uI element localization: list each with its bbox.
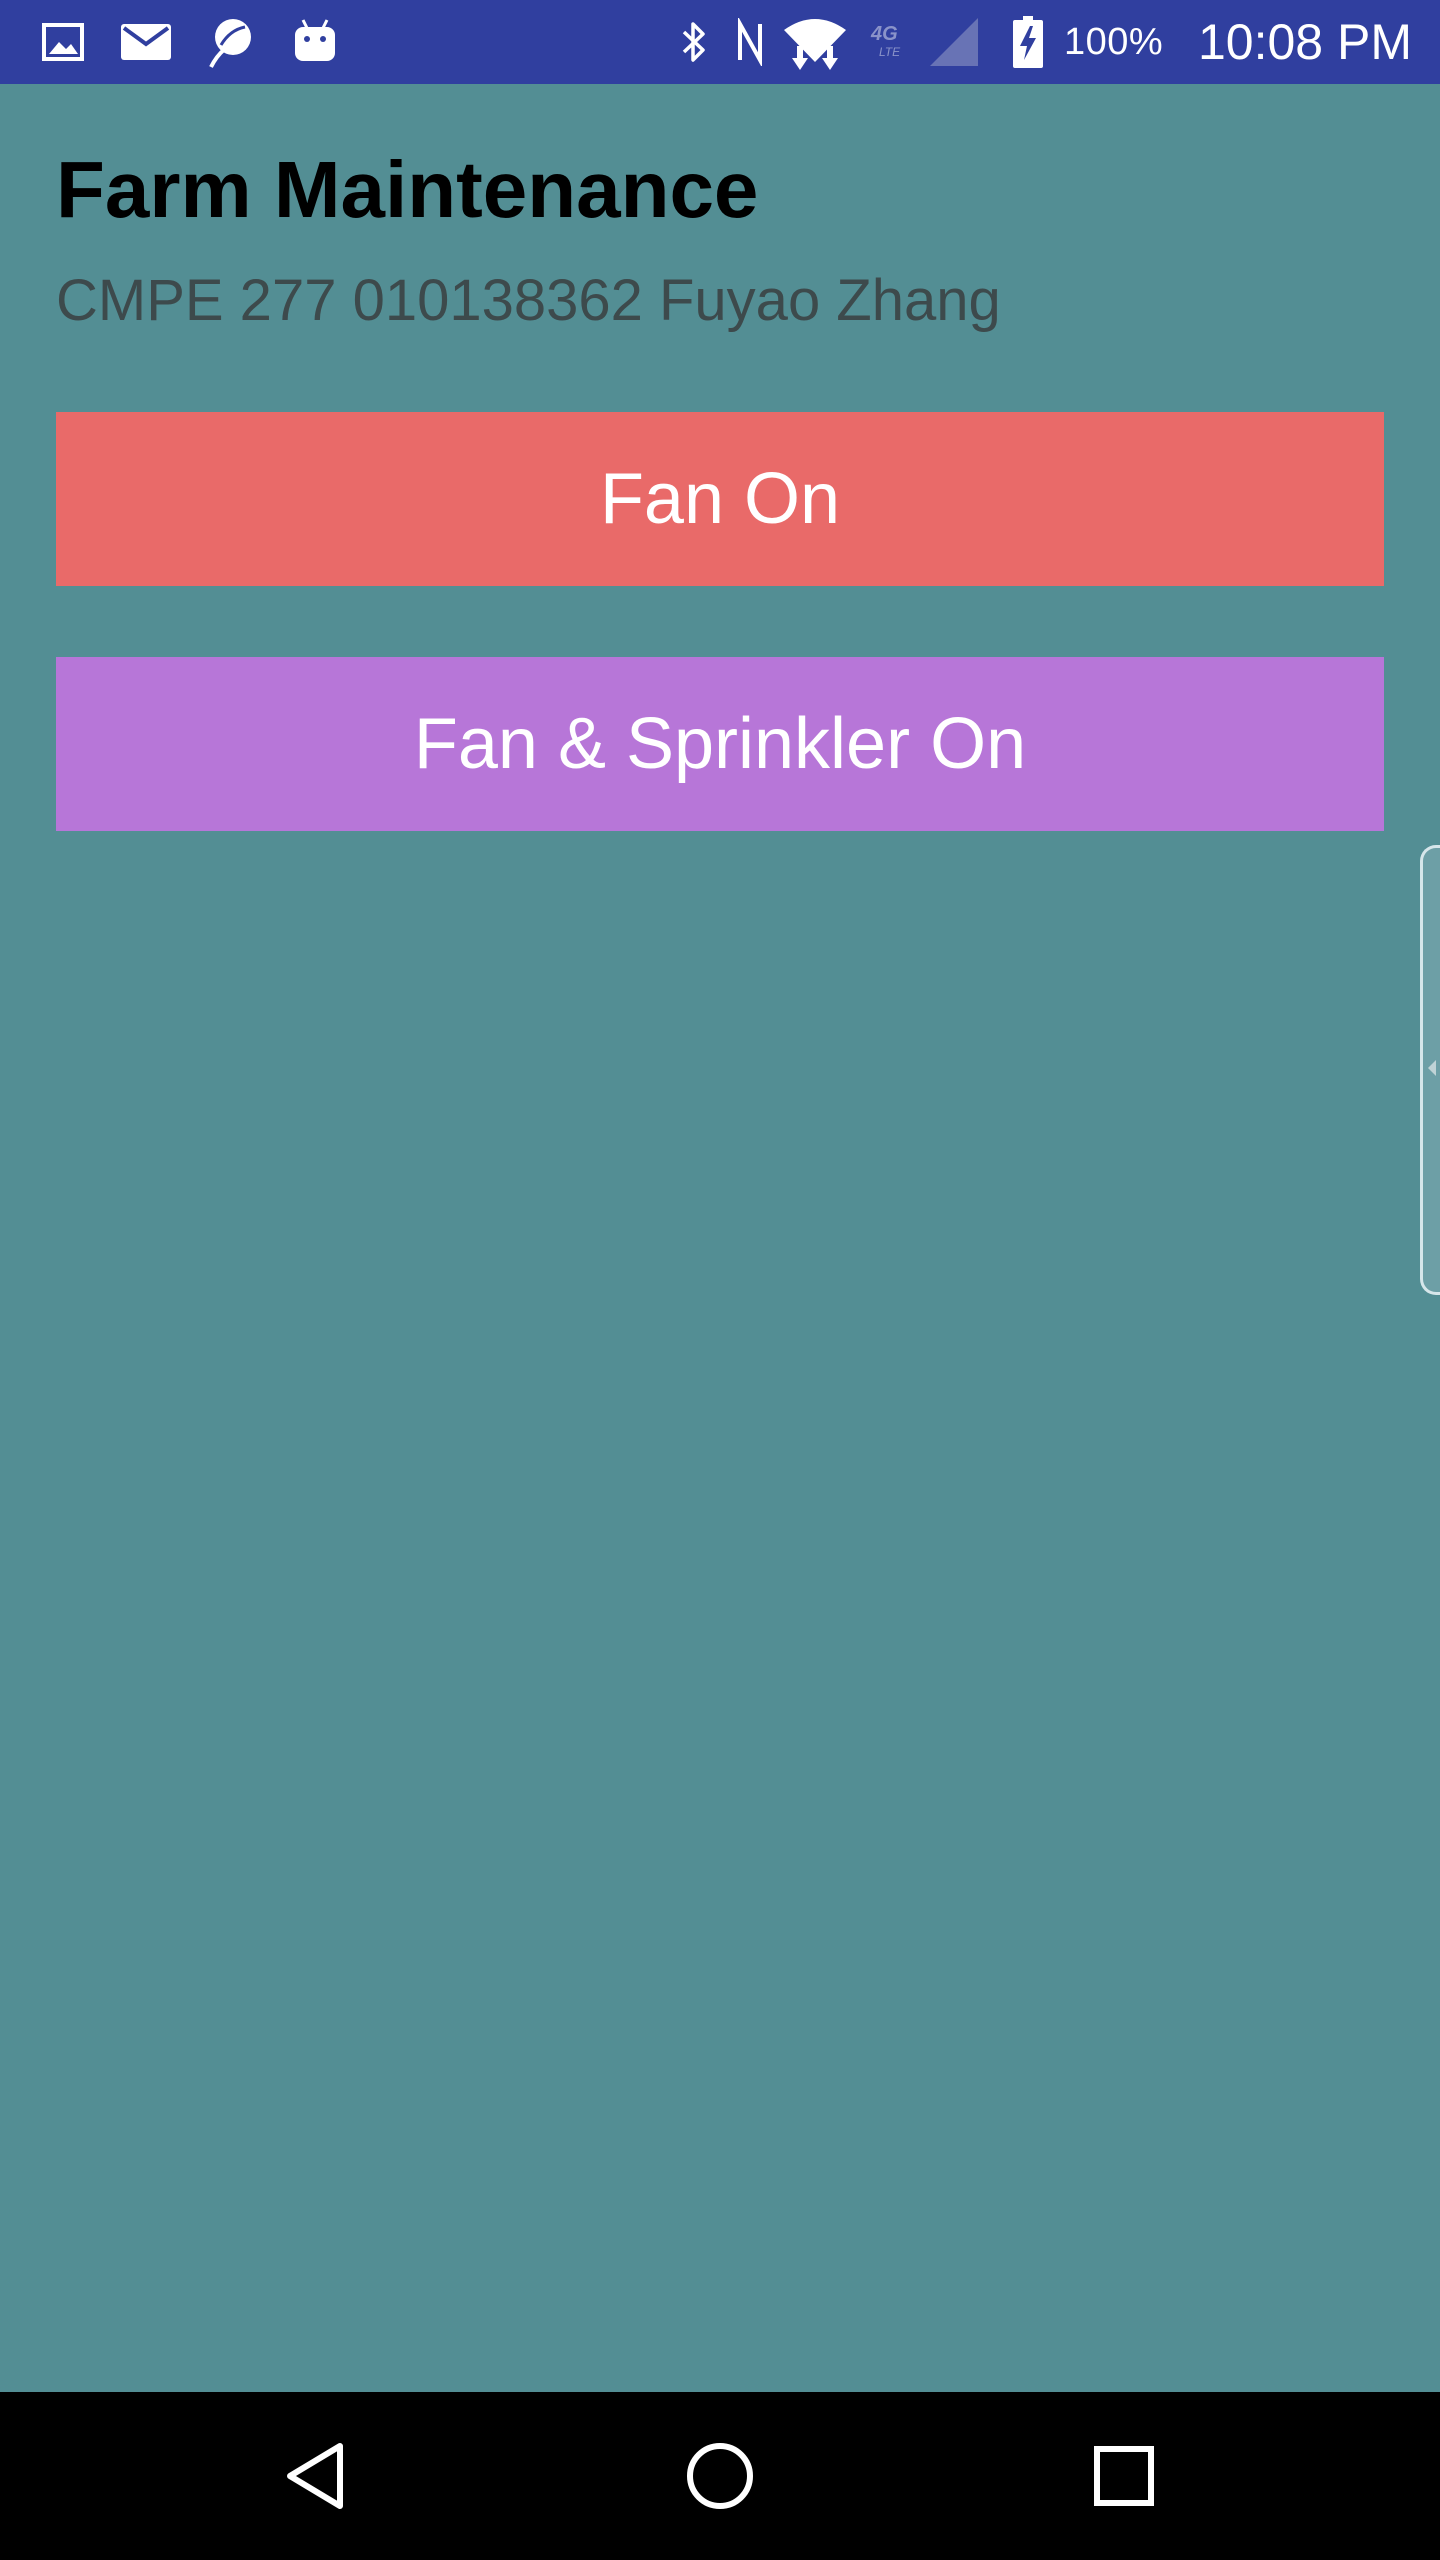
gallery-icon [38,0,88,84]
edge-panel-handle[interactable] [1420,845,1440,1295]
sync-app-icon [202,0,258,84]
android-icon [290,0,340,84]
status-time: 10:08 PM [1197,14,1412,70]
signal-icon [926,0,982,84]
home-icon [687,2443,753,2509]
chevron-left-icon [1428,1060,1436,1076]
bluetooth-icon [674,0,714,84]
nfc-icon [730,0,770,84]
battery-charging-icon [1010,0,1046,84]
wifi-icon [780,0,850,84]
home-button[interactable] [640,2392,800,2560]
page-subtitle: CMPE 277 010138362 Fuyao Zhang [56,268,1001,333]
recents-button[interactable] [1044,2392,1204,2560]
navigation-bar [0,2392,1440,2560]
svg-text:LTE: LTE [879,45,901,59]
page-title: Farm Maintenance [56,145,759,234]
back-icon [287,2443,343,2509]
back-button[interactable] [236,2392,396,2560]
battery-percent: 100% [1064,21,1164,63]
fan-sprinkler-on-button[interactable]: Fan & Sprinkler On [56,657,1384,831]
lte-4g-icon: 4G LTE [866,0,912,84]
recents-icon [1094,2446,1154,2506]
fan-on-button[interactable]: Fan On [56,412,1384,586]
mail-icon [118,0,174,84]
svg-text:4G: 4G [870,23,898,45]
status-bar: 4G LTE 100% 10:08 PM [0,0,1440,84]
